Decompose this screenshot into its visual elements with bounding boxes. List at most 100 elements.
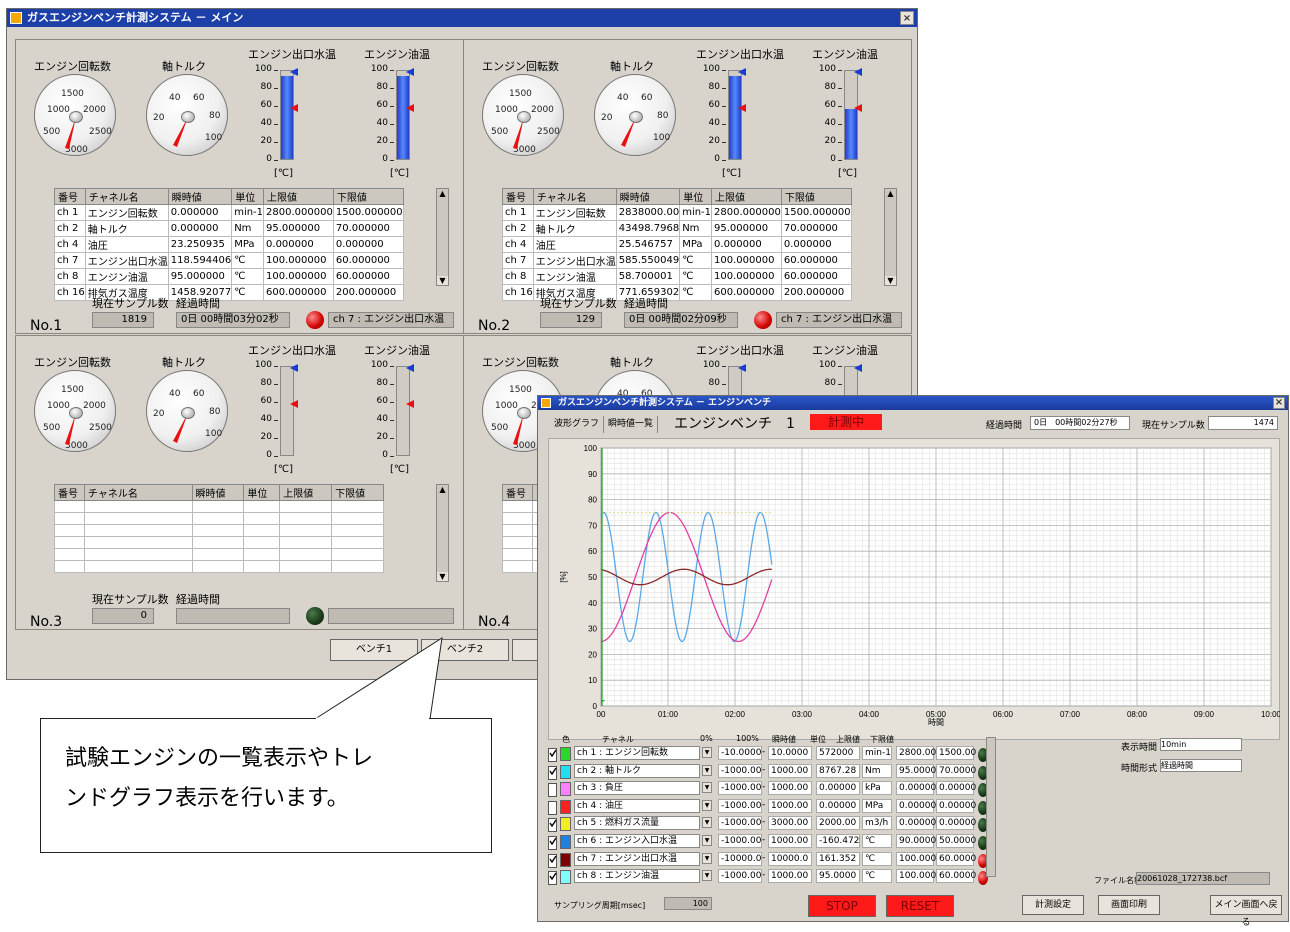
channel-select[interactable]: ch 1 : エンジン回転数 bbox=[574, 746, 700, 760]
channel-lower[interactable]: 50.0000 bbox=[936, 834, 976, 848]
reset-button[interactable]: RESET bbox=[886, 895, 954, 917]
channel-row[interactable]: ch 6 : エンジン入口水温 ▼ -1000.00 - 1000.00 -16… bbox=[548, 834, 988, 851]
channel-dropdown-icon[interactable]: ▼ bbox=[702, 764, 712, 776]
channel-select[interactable]: ch 8 : エンジン油温 bbox=[574, 869, 700, 884]
channel-row[interactable]: ch 5 : 燃料ガス流量 ▼ -1000.00 - 3000.00 2000.… bbox=[548, 816, 988, 833]
channel-select[interactable]: ch 3 : 負圧 bbox=[574, 781, 700, 796]
channel-dropdown-icon[interactable]: ▼ bbox=[702, 817, 712, 829]
channel-min[interactable]: -1000.00 bbox=[718, 834, 762, 848]
scroll-up-icon[interactable]: ▲ bbox=[437, 485, 448, 494]
channel-row[interactable]: ch 3 : 負圧 ▼ -1000.00 - 1000.00 0.00000 k… bbox=[548, 781, 988, 798]
time-format-select[interactable]: 経過時間 bbox=[1160, 759, 1242, 772]
channel-checkbox[interactable] bbox=[548, 748, 557, 762]
channel-checkbox[interactable] bbox=[548, 765, 557, 780]
table-scrollbar[interactable]: ▲▼ bbox=[436, 188, 449, 286]
scroll-up-icon[interactable]: ▲ bbox=[885, 189, 896, 198]
channel-dropdown-icon[interactable]: ▼ bbox=[702, 852, 712, 864]
bench-title-bar[interactable]: ガスエンジンベンチ計測システム － エンジンベンチ × bbox=[538, 396, 1288, 410]
channel-upper[interactable]: 100.000 bbox=[896, 851, 936, 866]
print-screen-button[interactable]: 画面印刷 bbox=[1098, 895, 1160, 915]
table-row[interactable]: ch 4 油圧 23.250935 MPa 0.000000 0.000000 bbox=[54, 236, 404, 253]
channel-lower[interactable]: 0.00000 bbox=[936, 798, 976, 813]
channel-dropdown-icon[interactable]: ▼ bbox=[702, 835, 712, 846]
channel-checkbox[interactable] bbox=[548, 783, 557, 798]
channel-select[interactable]: ch 6 : エンジン入口水温 bbox=[574, 834, 700, 848]
scroll-up-icon[interactable]: ▲ bbox=[437, 189, 448, 198]
table-row[interactable] bbox=[54, 536, 384, 549]
back-to-main-button[interactable]: メイン画面へ戻る bbox=[1210, 895, 1282, 928]
channel-color-swatch[interactable] bbox=[560, 764, 571, 779]
display-time-select[interactable]: 10min bbox=[1160, 738, 1242, 751]
table-row[interactable]: ch 8 エンジン油温 58.700001 ℃ 100.000000 60.000000 bbox=[502, 268, 852, 285]
channel-row[interactable]: ch 4 : 油圧 ▼ -1000.00 - 1000.00 0.00000 M… bbox=[548, 798, 988, 816]
table-row[interactable]: ch 1 エンジン回転数 2838000.00 min-1 2800.000000 150… bbox=[502, 204, 852, 221]
channel-color-swatch[interactable] bbox=[560, 747, 571, 761]
scroll-down-icon[interactable]: ▼ bbox=[437, 276, 448, 285]
channel-min[interactable]: -1000.00 bbox=[718, 763, 762, 778]
channel-select[interactable]: ch 4 : 油圧 bbox=[574, 798, 700, 813]
channel-min[interactable]: -1000.00 bbox=[718, 816, 762, 831]
channel-max[interactable]: 10000.0 bbox=[768, 851, 812, 866]
channel-max[interactable]: 1000.00 bbox=[768, 763, 812, 778]
channel-checkbox[interactable] bbox=[548, 818, 557, 833]
channel-checkbox[interactable] bbox=[548, 836, 557, 850]
channel-dropdown-icon[interactable]: ▼ bbox=[702, 747, 712, 758]
channel-select[interactable]: ch 5 : 燃料ガス流量 bbox=[574, 816, 700, 831]
channel-color-swatch[interactable] bbox=[560, 870, 571, 885]
scroll-down-icon[interactable]: ▼ bbox=[437, 572, 448, 581]
sampling-field[interactable]: 100 bbox=[664, 897, 712, 910]
channel-lower[interactable]: 70.0000 bbox=[936, 763, 976, 778]
channel-max[interactable]: 1000.00 bbox=[768, 834, 812, 848]
tab-waveform[interactable]: 波形グラフ bbox=[550, 416, 605, 433]
channel-dropdown-icon[interactable]: ▼ bbox=[702, 782, 712, 794]
tab-instant-list[interactable]: 瞬時値一覧 bbox=[604, 416, 659, 433]
channel-color-swatch[interactable] bbox=[560, 817, 571, 832]
channel-row[interactable]: ch 7 : エンジン出口水温 ▼ -10000.0 - 10000.0 161… bbox=[548, 851, 988, 869]
table-row[interactable]: ch 1 エンジン回転数 0.000000 min-1 2800.000000 1500.… bbox=[54, 204, 404, 221]
channel-min[interactable]: -10000.0 bbox=[718, 851, 762, 866]
channel-lower[interactable]: 0.00000 bbox=[936, 816, 976, 831]
table-scrollbar[interactable]: ▲▼ bbox=[436, 484, 449, 582]
table-row[interactable] bbox=[54, 512, 384, 525]
channel-select[interactable]: ch 2 : 軸トルク bbox=[574, 763, 700, 778]
table-row[interactable] bbox=[54, 524, 384, 537]
channel-upper[interactable]: 95.0000 bbox=[896, 763, 936, 778]
channel-max[interactable]: 1000.00 bbox=[768, 869, 812, 884]
channel-dropdown-icon[interactable]: ▼ bbox=[702, 799, 712, 811]
channel-min[interactable]: -1000.00 bbox=[718, 781, 762, 796]
channel-upper[interactable]: 90.0000 bbox=[896, 834, 936, 848]
channel-dropdown-icon[interactable]: ▼ bbox=[702, 870, 712, 882]
bench-close-button[interactable]: × bbox=[1273, 397, 1285, 409]
table-row[interactable]: ch 7 エンジン出口水温 585.550049 ℃ 100.000000 60.0000… bbox=[502, 252, 852, 269]
channel-min[interactable]: -1000.00 bbox=[718, 869, 762, 884]
channel-checkbox[interactable] bbox=[548, 800, 557, 815]
channel-upper[interactable]: 0.00000 bbox=[896, 798, 936, 813]
table-row[interactable]: ch 2 軸トルク 0.000000 Nm 95.000000 70.000000 bbox=[54, 220, 404, 237]
channel-min[interactable]: -1000.00 bbox=[718, 798, 762, 813]
channel-color-swatch[interactable] bbox=[560, 799, 571, 814]
table-row[interactable]: ch 8 エンジン油温 95.000000 ℃ 100.000000 60.000000 bbox=[54, 268, 404, 285]
table-row[interactable] bbox=[54, 500, 384, 513]
table-row[interactable] bbox=[54, 560, 384, 573]
channel-lower[interactable]: 60.0000 bbox=[936, 869, 976, 884]
channel-checkbox[interactable] bbox=[548, 853, 557, 868]
table-row[interactable]: ch 7 エンジン出口水温 118.594406 ℃ 100.000000 60.0000… bbox=[54, 252, 404, 269]
channel-upper[interactable]: 0.00000 bbox=[896, 816, 936, 831]
table-row[interactable] bbox=[54, 548, 384, 561]
table-scrollbar[interactable]: ▲▼ bbox=[884, 188, 897, 286]
channel-select[interactable]: ch 7 : エンジン出口水温 bbox=[574, 851, 700, 866]
channel-row[interactable]: ch 1 : エンジン回転数 ▼ -10.0000 - 10.0000 5720… bbox=[548, 746, 988, 763]
table-row[interactable]: ch 2 軸トルク 43498.7968 Nm 95.000000 70.000000 bbox=[502, 220, 852, 237]
channel-lower[interactable]: 0.00000 bbox=[936, 781, 976, 796]
main-title-bar[interactable]: ガスエンジンベンチ計測システム － メイン × bbox=[7, 9, 917, 27]
scroll-down-icon[interactable]: ▼ bbox=[885, 276, 896, 285]
measure-settings-button[interactable]: 計測設定 bbox=[1022, 895, 1084, 915]
channel-max[interactable]: 10.0000 bbox=[768, 746, 812, 760]
channel-max[interactable]: 1000.00 bbox=[768, 798, 812, 813]
channel-lower[interactable]: 1500.00 bbox=[936, 746, 976, 760]
channel-color-swatch[interactable] bbox=[560, 852, 571, 867]
stop-button[interactable]: STOP bbox=[808, 895, 876, 917]
channel-upper[interactable]: 0.00000 bbox=[896, 781, 936, 796]
channel-max[interactable]: 3000.00 bbox=[768, 816, 812, 831]
channel-min[interactable]: -10.0000 bbox=[718, 746, 762, 760]
